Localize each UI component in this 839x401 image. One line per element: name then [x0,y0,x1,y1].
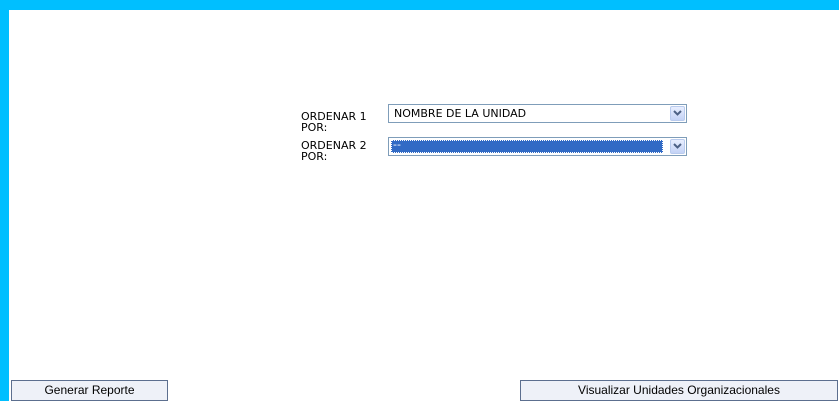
sort-field-2-dropdown-button[interactable] [670,139,685,154]
sort-field-2-label: ORDENAR 2 POR: [301,139,367,163]
chevron-down-icon [673,143,682,149]
sort-field-2-select[interactable]: -- [388,137,687,156]
chevron-down-icon [673,110,682,116]
sort-field-2-value: -- [391,139,663,153]
content-panel [9,10,839,401]
generate-report-button[interactable]: Generar Reporte [11,380,168,401]
view-organizational-units-button[interactable]: Visualizar Unidades Organizacionales [520,380,838,401]
sort-field-1-value: NOMBRE DE LA UNIDAD [394,107,527,120]
sort-field-1-select[interactable]: NOMBRE DE LA UNIDAD [388,104,687,123]
sort-field-1-dropdown-button[interactable] [670,106,685,121]
sort-field-1-label: ORDENAR 1 POR: [301,110,367,134]
